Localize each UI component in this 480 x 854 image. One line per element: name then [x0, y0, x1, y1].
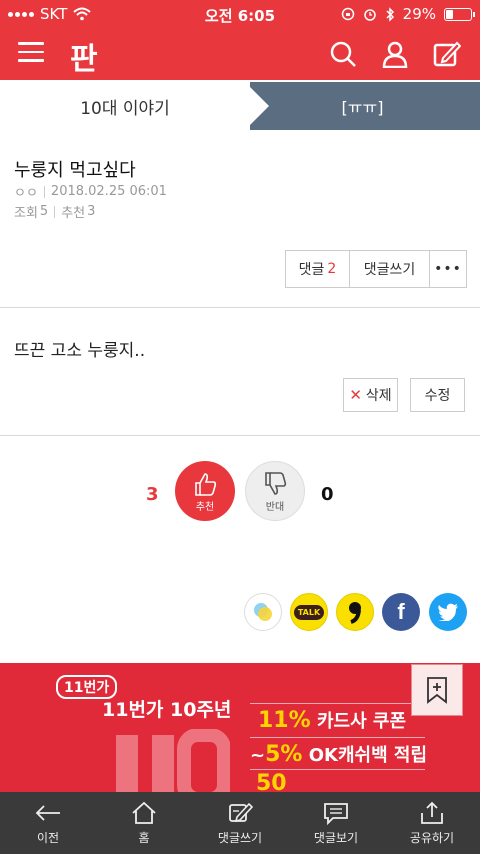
app-logo[interactable]: 판 — [70, 34, 98, 78]
view-comments-button[interactable]: 댓글보기 — [288, 792, 384, 854]
ad-line-3: 50 — [256, 771, 287, 793]
upvote-count: 3 — [146, 484, 159, 505]
user-icon[interactable] — [381, 40, 409, 68]
bookmark-button[interactable] — [411, 664, 463, 716]
search-icon[interactable] — [329, 40, 357, 68]
status-right: 29% — [341, 5, 475, 23]
share-button[interactable]: 공유하기 — [384, 792, 480, 854]
share-icon — [421, 801, 443, 824]
ad-rule — [250, 703, 425, 704]
more-options-label: ••• — [434, 261, 462, 277]
ad-banner[interactable]: 11번가 11번가 10주년 11% 카드사 쿠폰 ~5% OK캐쉬백 적립 5… — [0, 663, 480, 793]
status-bar: SKT 오전 6:05 29% — [0, 0, 480, 28]
ad-line-2-text: OK캐쉬백 적립 — [308, 745, 428, 766]
more-options-button[interactable]: ••• — [430, 251, 466, 287]
post-stats: 조회 5 추천 3 — [14, 202, 95, 221]
view-comments-label: 댓글보기 — [313, 830, 359, 845]
back-arrow-icon — [35, 804, 60, 821]
post-datetime: 2018.02.25 06:01 — [50, 184, 167, 199]
comment-button-group: 댓글 2 댓글쓰기 ••• — [285, 250, 467, 288]
home-label: 홈 — [138, 830, 150, 845]
ad-line-1: 11% 카드사 쿠폰 — [258, 707, 406, 733]
write-comment-icon — [229, 802, 253, 822]
battery-percent: 29% — [402, 5, 436, 23]
delete-x-icon: ✕ — [349, 386, 362, 404]
app-header: 판 — [0, 28, 480, 80]
post-author[interactable]: ㅇㅇ — [14, 182, 38, 201]
comments-button[interactable]: 댓글 2 — [286, 251, 350, 287]
post-body: 뜨끈 고소 누룽지.. — [14, 341, 146, 361]
kakao-story-icon[interactable] — [244, 593, 282, 631]
board-tabs: [ㅠㅠ] 10대 이야기 — [0, 82, 480, 130]
ad-line-2: ~5% OK캐쉬백 적립 — [250, 742, 428, 767]
kakao-talk-icon[interactable]: TALK — [290, 593, 328, 631]
kakao-page-icon[interactable] — [336, 593, 374, 631]
write-comment-button[interactable]: 댓글쓰기 — [350, 251, 430, 287]
ad-rule — [250, 769, 425, 770]
home-icon — [132, 801, 156, 824]
view-comments-icon — [324, 802, 348, 825]
views-count: 5 — [39, 204, 49, 219]
write-comment-nav-label: 댓글쓰기 — [217, 830, 263, 845]
divider — [0, 307, 480, 308]
ad-line-2-percent: 5% — [265, 742, 303, 767]
comments-count: 2 — [327, 261, 337, 277]
facebook-label: f — [397, 599, 405, 624]
ad-headline: 11번가 10주년 — [102, 699, 232, 721]
bottom-nav: 이전 홈 댓글쓰기 댓글보기 공유하기 — [0, 792, 480, 854]
menu-icon[interactable] — [18, 42, 44, 64]
upvote-label: 추천 — [195, 501, 215, 513]
edit-button[interactable]: 수정 — [410, 378, 465, 412]
bluetooth-icon — [386, 6, 394, 22]
tab-board[interactable]: 10대 이야기 — [0, 82, 250, 130]
ad-rule — [250, 737, 425, 738]
downvote-count: 0 — [321, 484, 334, 505]
write-comment-label: 댓글쓰기 — [363, 262, 416, 278]
kakao-talk-label: TALK — [293, 604, 325, 620]
twitter-icon[interactable] — [429, 593, 467, 631]
ad-anniversary-graphic — [116, 729, 230, 793]
battery-icon — [444, 7, 475, 21]
write-icon[interactable] — [433, 40, 461, 68]
stats-separator — [54, 205, 56, 218]
divider — [0, 435, 480, 436]
facebook-icon[interactable]: f — [382, 593, 420, 631]
post-meta: ㅇㅇ 2018.02.25 06:01 — [14, 182, 167, 201]
recommend-label: 추천 — [61, 206, 86, 221]
delete-label: 삭제 — [365, 388, 392, 404]
comments-label: 댓글 — [298, 262, 325, 278]
back-label: 이전 — [36, 830, 60, 845]
tab-current-topic[interactable]: [ㅠㅠ] — [245, 82, 480, 130]
share-label: 공유하기 — [409, 830, 455, 845]
thumbs-up-icon — [195, 472, 217, 496]
thumbs-down-icon — [265, 471, 287, 495]
bookmark-add-icon — [427, 677, 447, 704]
recommend-count: 3 — [87, 204, 96, 219]
back-button[interactable]: 이전 — [0, 792, 96, 854]
downvote-label: 반대 — [265, 501, 285, 513]
rotation-lock-icon — [341, 7, 354, 21]
write-comment-nav-button[interactable]: 댓글쓰기 — [192, 792, 288, 854]
delete-button[interactable]: ✕ 삭제 — [343, 378, 398, 412]
tab-board-label: 10대 이야기 — [80, 98, 170, 119]
views-label: 조회 — [14, 206, 38, 221]
edit-label: 수정 — [424, 388, 451, 404]
tab-arrow-divider — [245, 82, 269, 130]
ad-line-1-text: 카드사 쿠폰 — [316, 711, 407, 732]
meta-separator — [43, 185, 45, 198]
ad-line-1-percent: 11% — [258, 708, 311, 733]
tab-current-topic-label: [ㅠㅠ] — [341, 98, 384, 117]
post-title: 누룽지 먹고싶다 — [14, 160, 136, 181]
alarm-icon — [363, 9, 376, 21]
upvote-button[interactable]: 추천 — [175, 461, 235, 521]
home-button[interactable]: 홈 — [96, 792, 192, 854]
downvote-button[interactable]: 반대 — [245, 461, 305, 521]
